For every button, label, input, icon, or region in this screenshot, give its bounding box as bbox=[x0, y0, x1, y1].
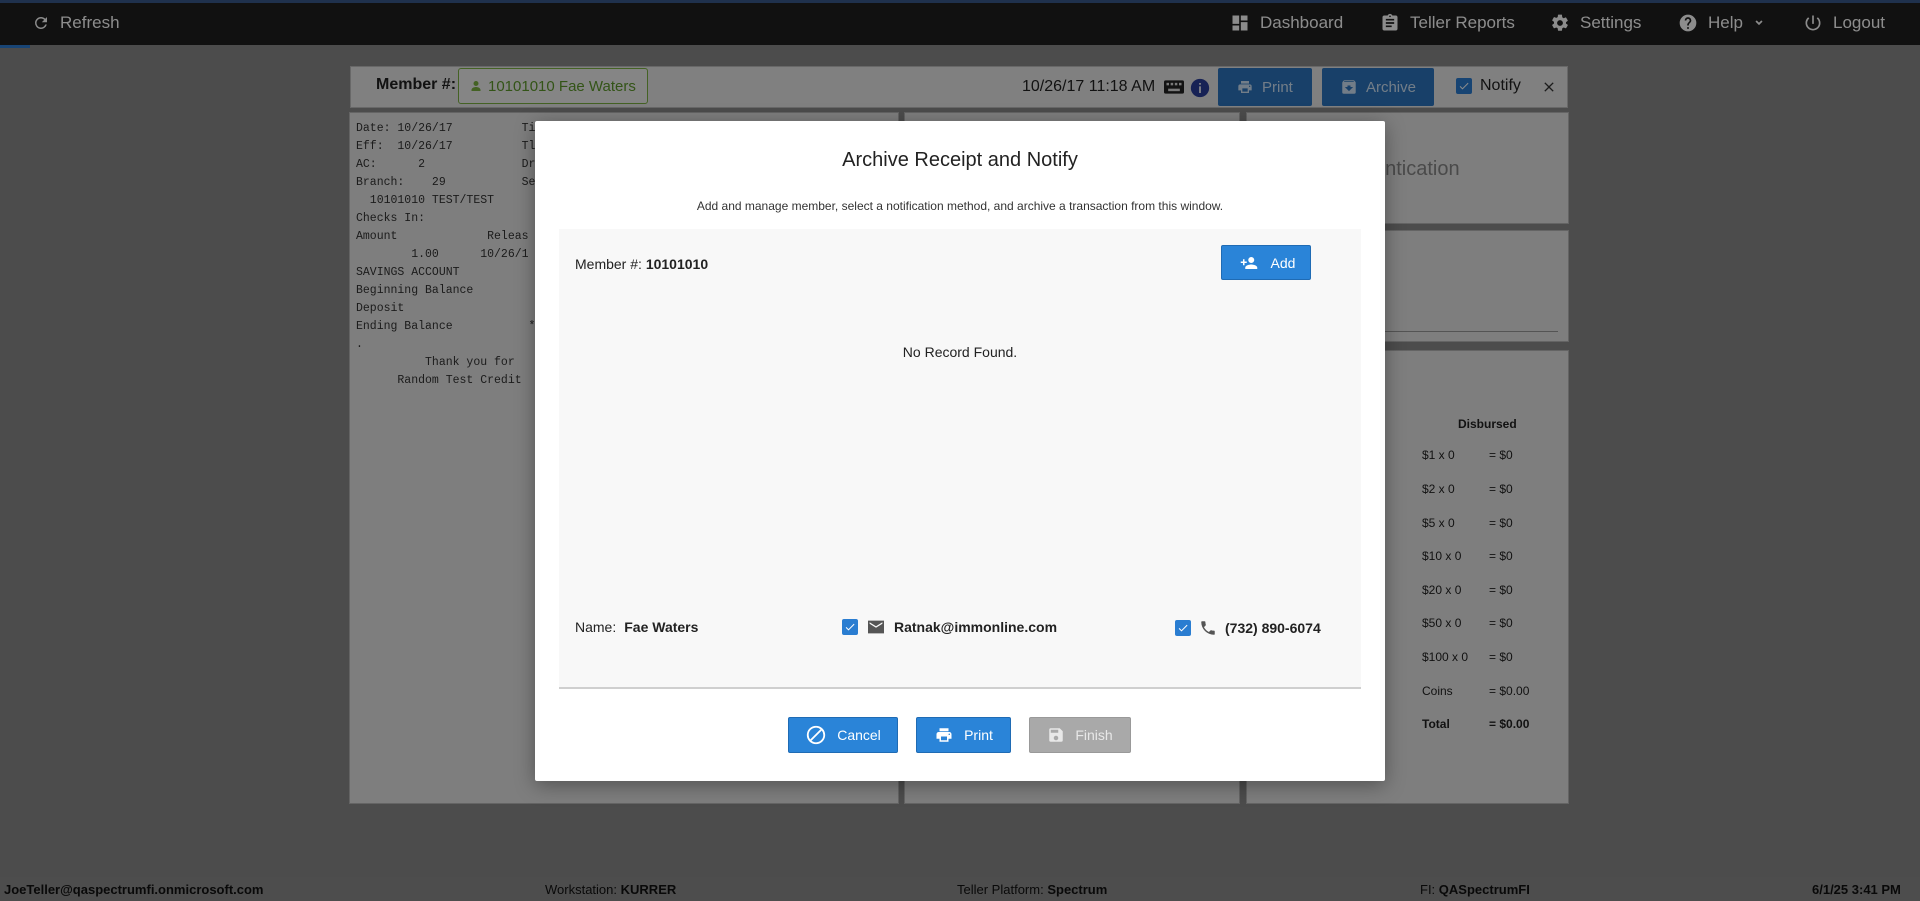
dialog-member-label: Member #: bbox=[575, 256, 642, 272]
cancel-label: Cancel bbox=[837, 727, 881, 743]
block-icon bbox=[807, 725, 826, 745]
email-option[interactable]: Ratnak@immonline.com bbox=[842, 619, 1057, 635]
dialog-subtitle: Add and manage member, select a notifica… bbox=[696, 199, 1224, 213]
name-value: Fae Waters bbox=[624, 619, 699, 635]
email-value: Ratnak@immonline.com bbox=[894, 619, 1058, 635]
name-label: Name: bbox=[575, 619, 617, 635]
member-notify-section: Member #: 10101010 Add No Record Found. … bbox=[559, 229, 1361, 689]
mail-icon bbox=[868, 620, 884, 634]
archive-notify-dialog: Archive Receipt and Notify Add and manag… bbox=[535, 121, 1385, 781]
dialog-print-label: Print bbox=[964, 727, 993, 743]
finish-button[interactable]: Finish bbox=[1029, 717, 1131, 753]
phone-value: (732) 890-6074 bbox=[1225, 620, 1321, 636]
add-member-button[interactable]: Add bbox=[1221, 245, 1311, 280]
add-label: Add bbox=[1270, 254, 1296, 271]
dialog-member: Member #: 10101010 bbox=[575, 256, 708, 272]
phone-option[interactable]: (732) 890-6074 bbox=[1175, 619, 1321, 637]
printer-icon bbox=[936, 728, 952, 742]
no-record-message: No Record Found. bbox=[902, 344, 1018, 360]
dialog-title: Archive Receipt and Notify bbox=[842, 149, 1078, 171]
cancel-button[interactable]: Cancel bbox=[788, 717, 898, 753]
phone-icon bbox=[1201, 621, 1215, 635]
dialog-print-button[interactable]: Print bbox=[916, 717, 1011, 753]
check-icon bbox=[1178, 624, 1188, 632]
add-person-icon bbox=[1240, 256, 1257, 269]
save-icon bbox=[1049, 728, 1064, 742]
dialog-member-value: 10101010 bbox=[645, 256, 709, 272]
check-icon bbox=[845, 623, 855, 631]
member-name: Name: Fae Waters bbox=[575, 619, 698, 635]
finish-label: Finish bbox=[1075, 727, 1113, 743]
phone-checkbox[interactable] bbox=[1175, 620, 1191, 636]
email-checkbox[interactable] bbox=[842, 619, 858, 635]
